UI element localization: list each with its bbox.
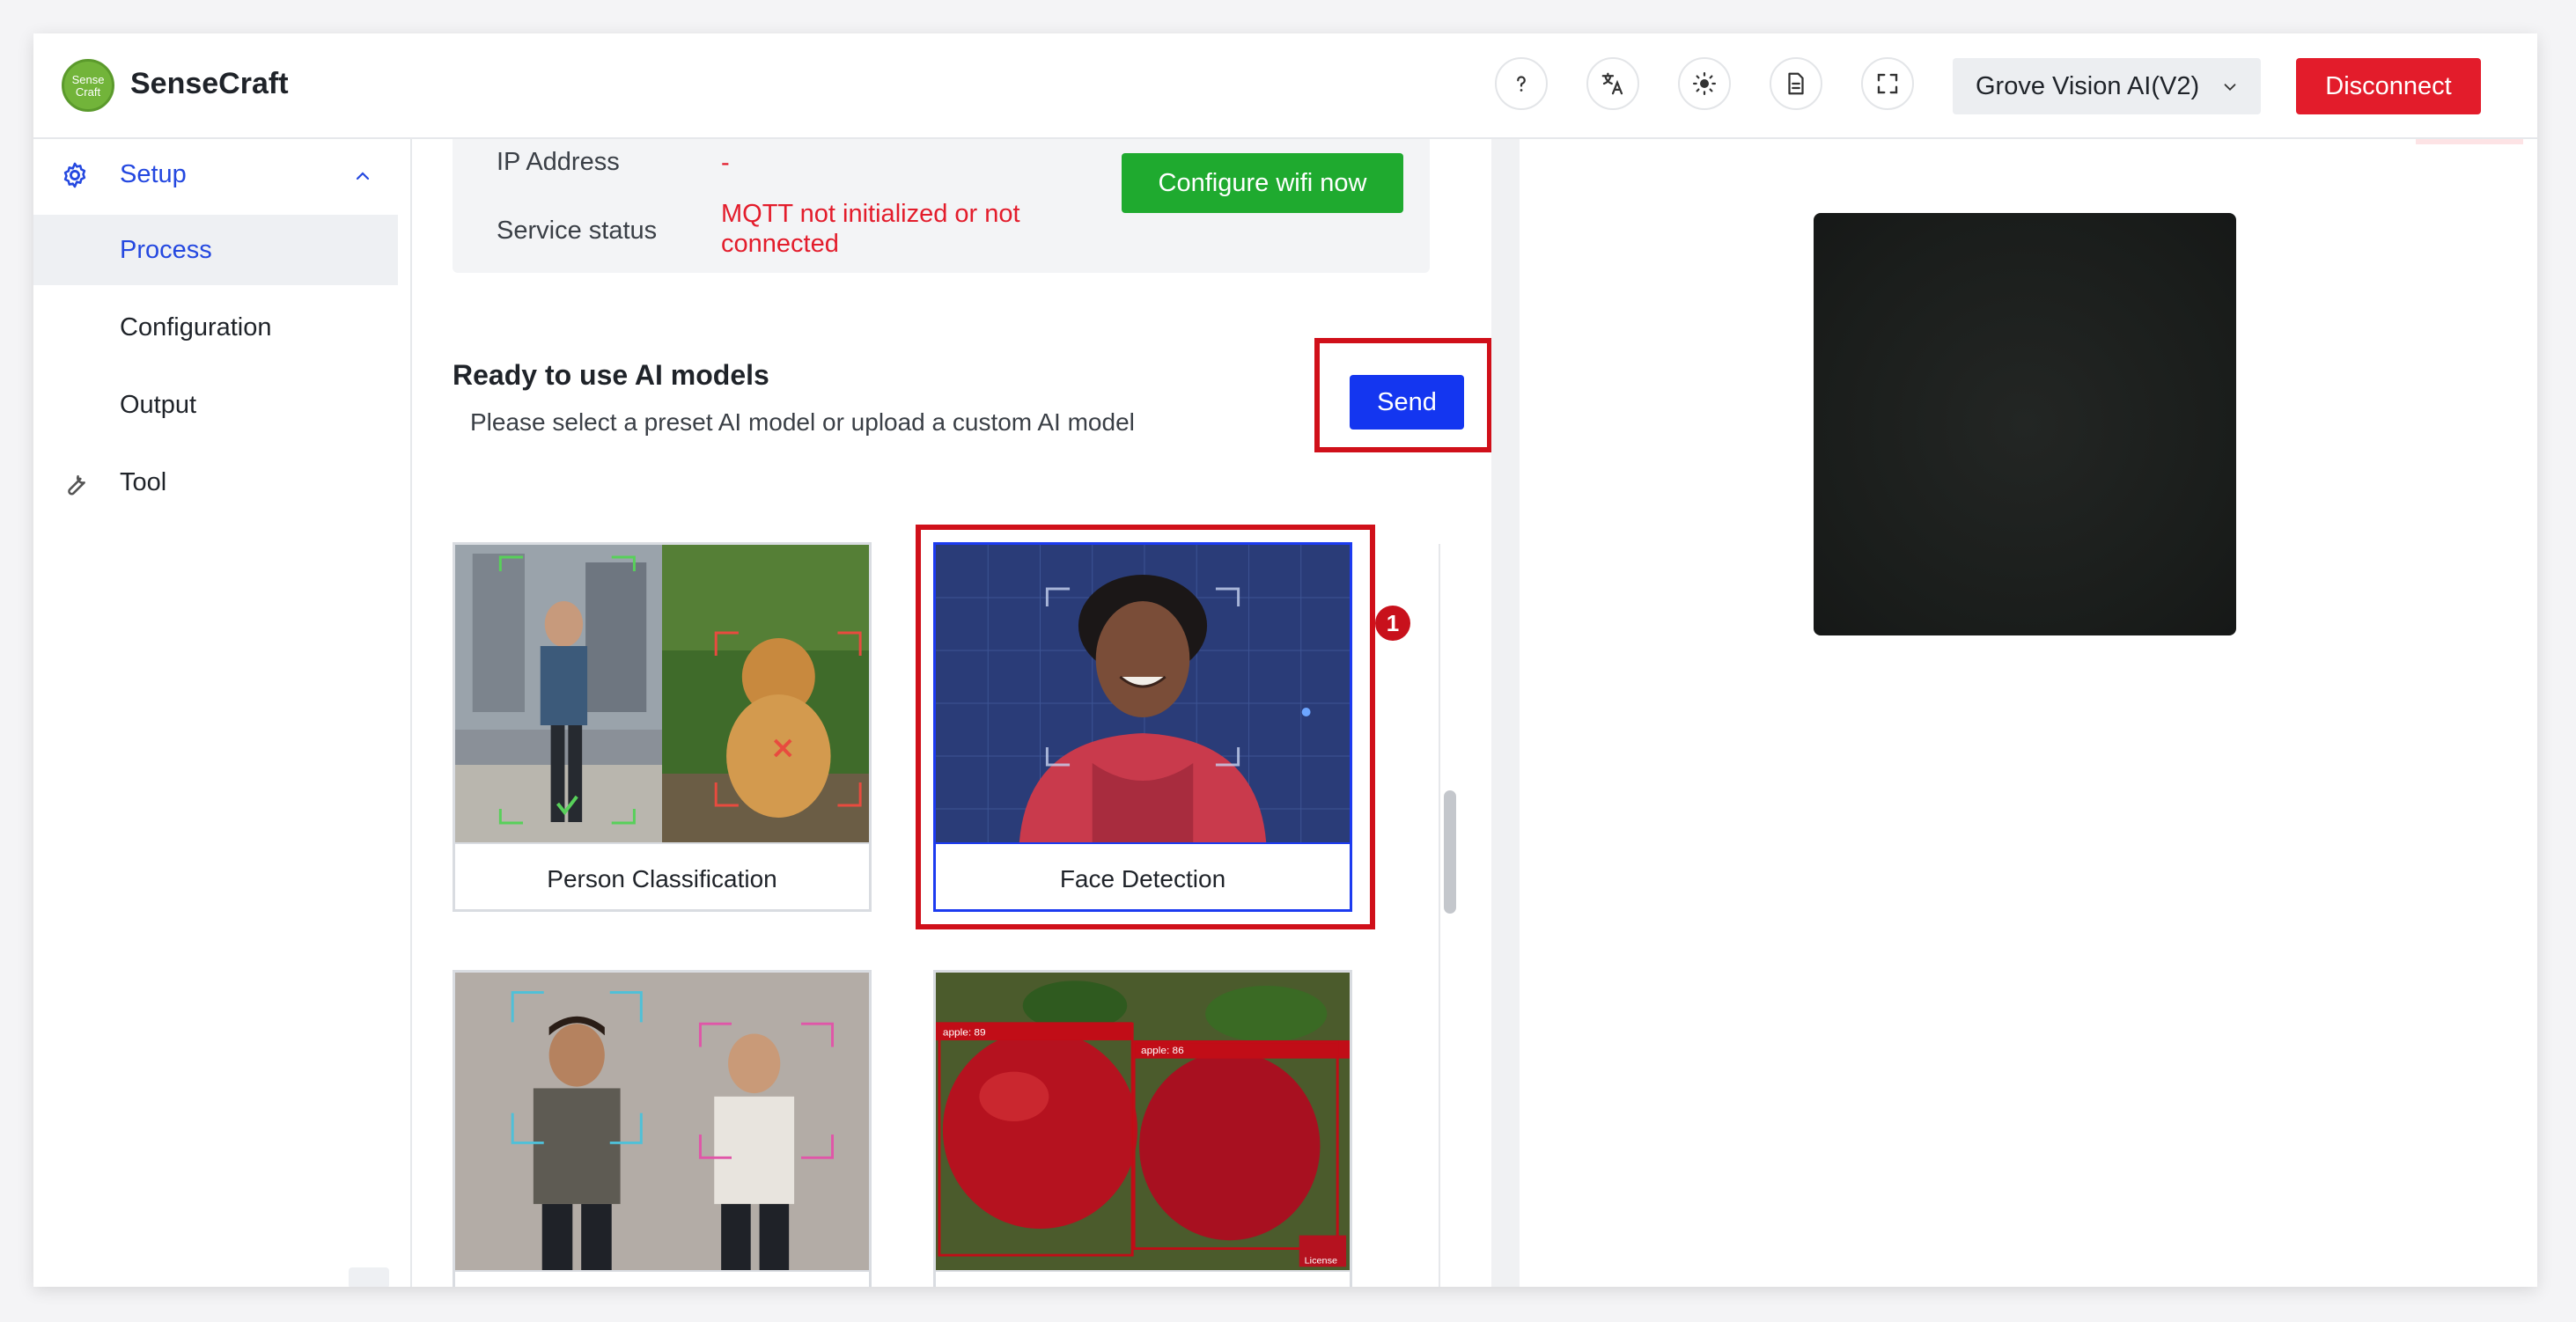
theme-button[interactable] xyxy=(1678,57,1731,110)
disconnect-button[interactable]: Disconnect xyxy=(2296,58,2481,114)
preview-panel xyxy=(1491,139,2537,1287)
model-card-gender[interactable] xyxy=(453,970,872,1287)
configure-wifi-button[interactable]: Configure wifi now xyxy=(1122,153,1403,213)
help-icon xyxy=(1517,76,1526,92)
highlight-box-face-detection xyxy=(916,525,1375,929)
service-status-value: MQTT not initialized or not connected xyxy=(721,200,1020,258)
apple-tag-1: apple: 89 xyxy=(943,1028,986,1039)
apple-detection-thumbnail: apple: 89 apple: 86 License xyxy=(936,973,1350,1270)
model-card-apple[interactable]: apple: 89 apple: 86 License xyxy=(933,970,1352,1287)
ip-address-value: - xyxy=(721,149,730,177)
sidebar-item-setup[interactable]: Setup xyxy=(33,139,398,209)
model-card-caption xyxy=(455,1270,869,1287)
service-status-label: Service status xyxy=(497,217,658,245)
translate-icon xyxy=(1601,72,1623,95)
top-bar: Sense Craft SenseCraft Grove Vision AI(V… xyxy=(33,33,2537,139)
sidebar-item-output[interactable]: Output xyxy=(33,370,398,440)
sidebar-item-label: Output xyxy=(120,390,197,419)
connection-status-card: IP Address - Service status MQTT not ini… xyxy=(453,139,1430,273)
preview-status-indicator xyxy=(2416,139,2523,144)
models-description: Please select a preset AI model or uploa… xyxy=(470,408,1135,436)
license-text: License xyxy=(1305,1256,1337,1267)
model-card-person-classification[interactable]: Person Classification xyxy=(453,542,872,912)
models-scrollbar-thumb[interactable] xyxy=(1444,790,1456,914)
gear-icon xyxy=(63,162,86,188)
sensecraft-logo: Sense Craft xyxy=(62,59,114,112)
ip-address-label: IP Address xyxy=(497,148,620,176)
app-window: Sense Craft SenseCraft Grove Vision AI(V… xyxy=(33,33,2537,1287)
model-card-caption: Person Classification xyxy=(455,842,869,909)
document-icon xyxy=(1788,72,1804,95)
logo-text-2: Craft xyxy=(75,85,101,99)
theme-icon xyxy=(1693,72,1716,95)
sidebar-item-label: Configuration xyxy=(120,312,272,342)
fullscreen-button[interactable] xyxy=(1861,57,1914,110)
document-button[interactable] xyxy=(1770,57,1822,110)
main-content: IP Address - Service status MQTT not ini… xyxy=(412,139,1491,1287)
sidebar: Setup Process Configuration Output Tool xyxy=(33,139,412,1287)
gender-detection-thumbnail xyxy=(455,973,869,1270)
models-title: Ready to use AI models xyxy=(453,359,769,391)
wrench-icon xyxy=(68,474,85,496)
logo-text-1: Sense xyxy=(71,73,105,86)
person-classification-thumbnail xyxy=(455,545,869,842)
model-card-caption xyxy=(936,1270,1350,1287)
language-button[interactable] xyxy=(1586,57,1639,110)
highlight-box-send xyxy=(1314,338,1491,452)
sidebar-item-label: Tool xyxy=(120,467,167,496)
chevron-up-icon xyxy=(356,172,370,180)
sidebar-item-tool[interactable]: Tool xyxy=(33,447,398,518)
collapse-sidebar-button[interactable] xyxy=(349,1267,389,1287)
device-select-value: Grove Vision AI(V2) xyxy=(1976,71,2200,100)
fullscreen-icon xyxy=(1877,73,1898,94)
brand-name: SenseCraft xyxy=(130,67,289,100)
camera-preview xyxy=(1814,213,2236,635)
help-button[interactable] xyxy=(1495,57,1548,110)
sidebar-item-label: Setup xyxy=(120,159,187,188)
device-select[interactable]: Grove Vision AI(V2) xyxy=(1953,58,2261,114)
apple-tag-2: apple: 86 xyxy=(1141,1046,1184,1056)
sidebar-item-process[interactable]: Process xyxy=(33,215,398,285)
annotation-badge-1: 1 xyxy=(1375,606,1410,641)
chevron-down-icon xyxy=(2224,84,2236,92)
models-scrollbar-track[interactable] xyxy=(1439,544,1465,1287)
sidebar-item-label: Process xyxy=(120,235,212,264)
sidebar-item-configuration[interactable]: Configuration xyxy=(33,292,398,363)
